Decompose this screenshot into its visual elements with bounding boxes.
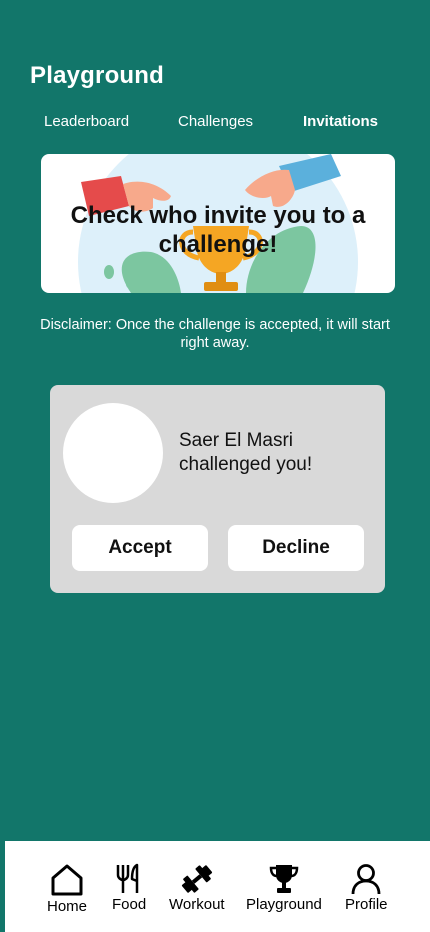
nav-label-workout: Workout xyxy=(169,896,225,913)
nav-label-food: Food xyxy=(112,896,147,913)
bottom-nav: Home Food Workout Playground Profile xyxy=(5,841,430,932)
dumbbell-icon xyxy=(181,865,212,893)
tab-bar: Leaderboard Challenges Invitations xyxy=(0,113,430,135)
nav-label-profile: Profile xyxy=(345,896,388,913)
nav-label-home: Home xyxy=(47,898,88,915)
accept-button[interactable]: Accept xyxy=(72,525,208,571)
tab-challenges[interactable]: Challenges xyxy=(178,113,253,130)
trophy-icon xyxy=(269,865,299,893)
nav-item-profile[interactable]: Profile xyxy=(345,863,388,913)
invitation-message: Saer El Masri challenged you! xyxy=(179,430,313,475)
banner-text: Check who invite you to a challenge! xyxy=(70,202,366,258)
avatar xyxy=(63,403,163,503)
tab-leaderboard[interactable]: Leaderboard xyxy=(44,113,129,130)
nav-item-workout[interactable]: Workout xyxy=(169,863,225,913)
fork-knife-icon xyxy=(116,863,139,893)
disclaimer-text: Disclaimer: Once the challenge is accept… xyxy=(40,317,390,351)
illustration-dot-1 xyxy=(104,265,114,279)
user-icon xyxy=(351,864,381,895)
nav-item-playground[interactable]: Playground xyxy=(246,863,322,913)
invitation-card: Saer El Masri challenged you! Accept Dec… xyxy=(50,385,385,593)
decline-button[interactable]: Decline xyxy=(228,525,364,571)
page-title: Playground xyxy=(30,62,165,89)
nav-item-food[interactable]: Food xyxy=(112,863,146,913)
nav-label-playground: Playground xyxy=(246,896,322,913)
tab-invitations[interactable]: Invitations xyxy=(303,113,378,130)
invitation-banner: Check who invite you to a challenge! xyxy=(41,154,395,293)
nav-item-home[interactable]: Home xyxy=(47,863,87,915)
home-icon xyxy=(51,864,83,896)
illustration-dot-2 xyxy=(126,280,132,288)
